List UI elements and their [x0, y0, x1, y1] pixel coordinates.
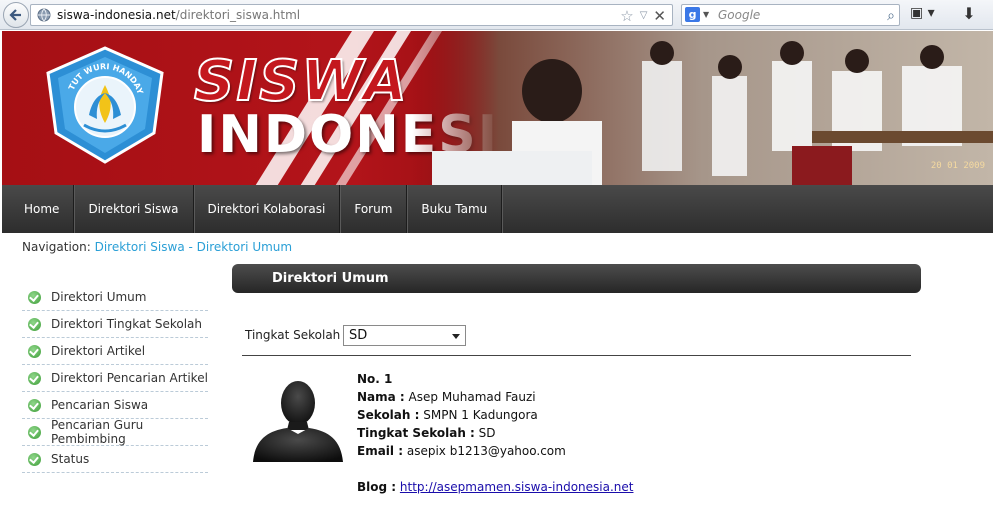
check-icon [28, 452, 41, 466]
nav-item-direktori-kolaborasi[interactable]: Direktori Kolaborasi [194, 185, 341, 233]
site-banner: TUT WURI HANDAYANI SISWA INDONESIA 20 [2, 31, 993, 185]
sidebar-item-direktori-tingkat-sekolah[interactable]: Direktori Tingkat Sekolah [22, 311, 208, 338]
stop-icon[interactable]: ✕ [653, 6, 666, 25]
chevron-down-icon [452, 334, 460, 339]
sidebar-item-label: Pencarian Siswa [51, 398, 149, 412]
blog-label: Blog : [357, 480, 397, 494]
sidebar-item-pencarian-guru-pembimbing[interactable]: Pencarian Guru Pembimbing [22, 418, 208, 446]
browser-toolbar: siswa-indonesia.net/direktori_siswa.html… [0, 0, 993, 30]
check-icon [28, 290, 41, 304]
students-photo [412, 31, 993, 185]
main-nav: Home Direktori Siswa Direktori Kolaboras… [2, 185, 993, 233]
back-arrow-icon [9, 9, 21, 21]
check-icon [28, 398, 41, 412]
back-button[interactable] [3, 2, 29, 28]
student-details: No. 1 Nama : Asep Muhamad Fauzi Sekolah … [357, 370, 633, 496]
sidebar-item-direktori-pencarian-artikel[interactable]: Direktori Pencarian Artikel [22, 365, 208, 392]
tingkat-sekolah-select[interactable]: SD [343, 325, 466, 346]
chevron-down-icon[interactable]: ▼ [703, 5, 709, 25]
google-icon[interactable]: g [685, 7, 700, 22]
tingkat-label: Tingkat Sekolah : [357, 426, 475, 440]
sidebar-item-label: Pencarian Guru Pembimbing [51, 418, 144, 446]
sidebar-item-pencarian-siswa[interactable]: Pencarian Siswa [22, 392, 208, 419]
sidebar-item-label: Direktori Pencarian Artikel [51, 371, 208, 385]
sidebar-item-label: Direktori Umum [51, 290, 147, 304]
search-icon[interactable]: ⌕ [887, 6, 895, 26]
sekolah-label: Sekolah : [357, 408, 420, 422]
nav-item-buku-tamu[interactable]: Buku Tamu [407, 185, 503, 233]
sidebar-item-label: Status [51, 452, 90, 466]
breadcrumb-label: Navigation: [22, 240, 91, 254]
check-icon [28, 371, 41, 385]
sidebar: Direktori Umum Direktori Tingkat Sekolah… [22, 284, 208, 473]
email-label: Email : [357, 444, 404, 458]
breadcrumb: Navigation: Direktori Siswa - Direktori … [22, 240, 292, 254]
sidebar-item-direktori-umum[interactable]: Direktori Umum [22, 284, 208, 311]
nav-item-forum[interactable]: Forum [340, 185, 408, 233]
tut-wuri-handayani-logo: TUT WURI HANDAYANI [44, 45, 164, 164]
section-header: Direktori Umum [232, 264, 921, 293]
select-value: SD [349, 328, 368, 343]
search-placeholder: Google [718, 8, 761, 22]
student-school: SMPN 1 Kadungora [423, 408, 538, 422]
url-tools: ☆ ▽ ✕ [620, 6, 666, 25]
nav-item-direktori-siswa[interactable]: Direktori Siswa [74, 185, 194, 233]
address-bar[interactable]: siswa-indonesia.net/direktori_siswa.html… [30, 4, 673, 26]
breadcrumb-path[interactable]: Direktori Siswa - Direktori Umum [95, 240, 293, 254]
student-name: Asep Muhamad Fauzi [408, 390, 536, 404]
check-icon [28, 317, 41, 331]
student-avatar [253, 381, 343, 462]
nama-label: Nama : [357, 390, 405, 404]
nav-item-home[interactable]: Home [2, 185, 75, 233]
student-blog-link[interactable]: http://asepmamen.siswa-indonesia.net [400, 480, 634, 494]
filter-label: Tingkat Sekolah : [245, 328, 349, 342]
dropdown-arrow-icon[interactable]: ▽ [640, 6, 648, 25]
sidebar-item-direktori-artikel[interactable]: Direktori Artikel [22, 338, 208, 365]
check-icon [28, 344, 41, 358]
sidebar-item-label: Direktori Artikel [51, 344, 146, 358]
browser-search-input[interactable]: g ▼ Google ⌕ [681, 4, 900, 26]
check-icon [28, 425, 41, 439]
sidebar-item-status[interactable]: Status [22, 446, 208, 473]
photo-date: 20 01 2009 [930, 161, 985, 171]
student-level: SD [478, 426, 496, 440]
url-path: /direktori_siswa.html [175, 8, 301, 22]
divider [242, 355, 911, 356]
sidebar-item-label: Direktori Tingkat Sekolah [51, 317, 202, 331]
bookmarks-menu-button[interactable]: ▣ ▾ [910, 5, 944, 25]
url-host: siswa-indonesia.net [57, 8, 176, 22]
student-email: asepix b1213@yahoo.com [406, 444, 566, 458]
student-no: No. 1 [357, 372, 393, 386]
download-icon[interactable]: ⬇ [958, 4, 980, 26]
bookmark-star-icon[interactable]: ☆ [620, 6, 633, 25]
globe-icon [37, 8, 51, 22]
